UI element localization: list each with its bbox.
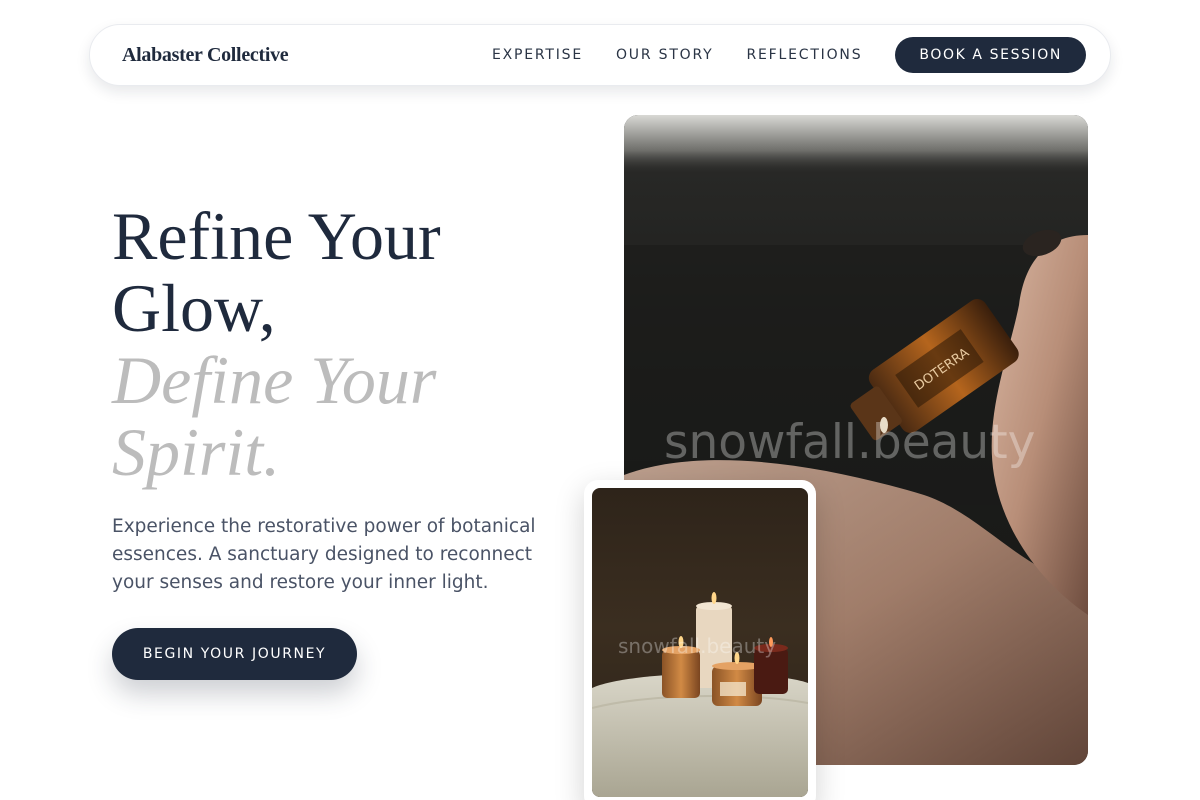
hero-title: Refine Your Glow, Define Your Spirit.	[112, 200, 592, 488]
nav-links: EXPERTISE OUR STORY REFLECTIONS	[492, 47, 862, 63]
top-navigation: Alabaster Collective EXPERTISE OUR STORY…	[89, 24, 1111, 86]
nav-link-expertise[interactable]: EXPERTISE	[492, 47, 583, 63]
begin-journey-button[interactable]: BEGIN YOUR JOURNEY	[112, 628, 357, 680]
candles-image: snowfall.beauty	[592, 488, 808, 797]
hero-accent-line-2: Spirit.	[112, 414, 281, 490]
hero-title-line-1: Refine Your	[112, 198, 441, 274]
hero-accent-line-1: Define Your	[112, 342, 437, 418]
nav-link-reflections[interactable]: REFLECTIONS	[746, 47, 862, 63]
book-session-button[interactable]: BOOK A SESSION	[895, 37, 1086, 73]
hero-description: Experience the restorative power of bota…	[112, 516, 536, 593]
brand-logo[interactable]: Alabaster Collective	[122, 44, 289, 67]
nav-link-our-story[interactable]: OUR STORY	[616, 47, 714, 63]
secondary-image-card: snowfall.beauty	[584, 480, 816, 800]
secondary-image-watermark: snowfall.beauty	[618, 634, 777, 658]
main-image-watermark: snowfall.beauty	[664, 415, 1036, 470]
hero-title-line-2: Glow,	[112, 270, 276, 346]
